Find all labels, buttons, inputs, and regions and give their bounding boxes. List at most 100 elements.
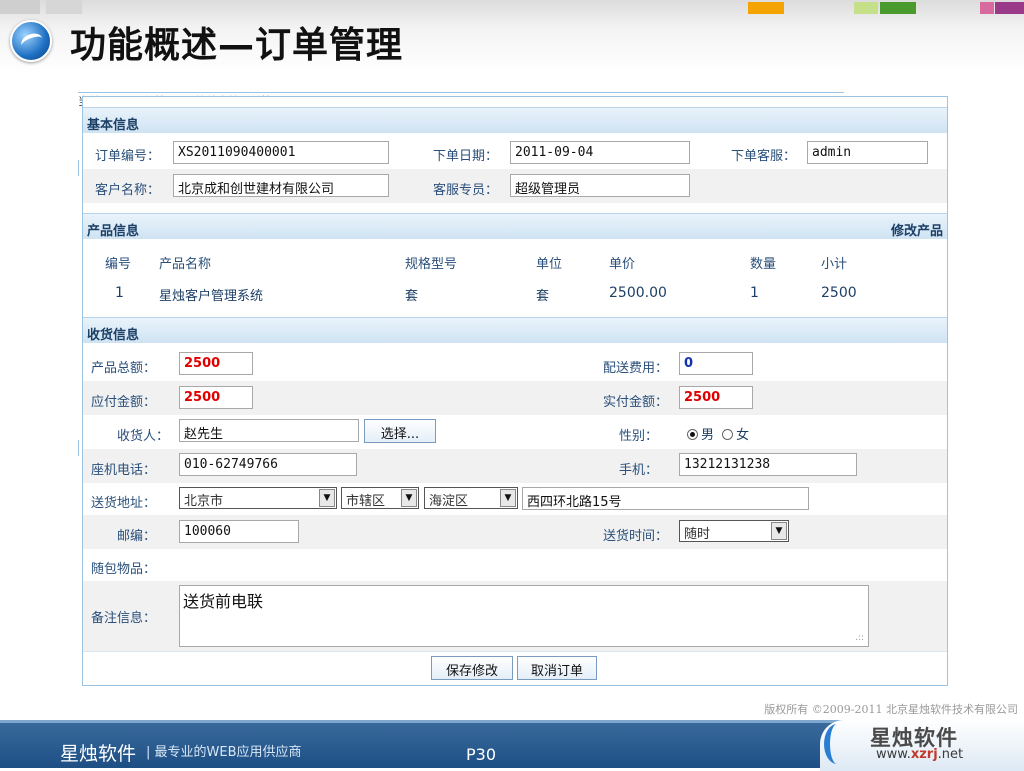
mobile-label: 手机： <box>619 463 659 478</box>
order-staff-field[interactable]: admin <box>807 141 928 164</box>
col-name: 产品名称 <box>159 257 212 272</box>
col-unit: 单位 <box>536 257 563 272</box>
receiver-field[interactable]: 赵先生 <box>179 419 359 442</box>
gender-options: 男 女 <box>687 424 749 443</box>
remarks-textarea[interactable]: 送货前电联 .:: <box>179 585 869 647</box>
product-header-row: 编号 产品名称 规格型号 单位 单价 数量 小计 <box>83 239 947 272</box>
total-label: 产品总额： <box>91 361 157 376</box>
gender-label: 性别： <box>619 429 659 444</box>
delivery-fee-field[interactable]: 0 <box>679 352 753 375</box>
chevron-down-icon: ▼ <box>500 489 516 507</box>
resize-grip-icon[interactable]: .:: <box>855 633 864 643</box>
shipping-row-receiver: 收货人： 赵先生 选择... 性别： 男 女 <box>83 415 947 449</box>
gender-male-radio[interactable] <box>687 429 698 440</box>
payable-label: 应付金额： <box>91 395 157 410</box>
cancel-order-button[interactable]: 取消订单 <box>517 656 597 680</box>
cell-qty: 1 <box>750 285 759 301</box>
paid-label: 实付金额： <box>603 395 669 410</box>
decor-bar <box>880 2 916 14</box>
decor-bar <box>854 2 878 14</box>
page-number: P30 <box>466 745 497 764</box>
shipping-row-total: 产品总额： 2500 配送费用： 0 <box>83 347 947 381</box>
decor-bar <box>980 2 994 14</box>
footer-tagline: | 最专业的WEB应用供应商 <box>146 745 302 760</box>
chevron-down-icon: ▼ <box>771 522 787 540</box>
cell-price: 2500.00 <box>609 285 667 301</box>
shipping-row-address: 送货地址： 北京市 ▼ 市辖区 ▼ 海淀区 ▼ 西四环北路15号 <box>83 483 947 515</box>
table-row: 1 星烛客户管理系统 套 套 2500.00 1 2500 <box>83 277 947 307</box>
accessories-label: 随包物品： <box>91 562 157 577</box>
basic-info-heading: 基本信息 <box>83 107 947 133</box>
zip-label: 邮编： <box>117 529 157 544</box>
header-tab <box>0 0 40 14</box>
swoosh-icon <box>824 724 850 764</box>
customer-label: 客户名称： <box>95 183 161 198</box>
order-date-field[interactable]: 2011-09-04 <box>510 141 690 164</box>
window-edge <box>78 160 81 176</box>
shipping-row-payable: 应付金额： 2500 实付金额： 2500 <box>83 381 947 415</box>
district-type-select[interactable]: 市辖区 ▼ <box>341 487 419 509</box>
chevron-down-icon: ▼ <box>401 489 417 507</box>
cell-unit: 套 <box>536 289 550 304</box>
copyright-text: 版权所有 ©2009-2011 北京星烛软件技术有限公司 <box>764 703 1018 716</box>
paid-field[interactable]: 2500 <box>679 386 753 409</box>
col-no: 编号 <box>105 257 132 272</box>
shipping-row-zip: 邮编： 100060 送货时间： 随时 ▼ <box>83 515 947 549</box>
order-staff-label: 下单客服： <box>731 149 797 164</box>
cell-name: 星烛客户管理系统 <box>159 289 264 304</box>
footer-brand: 星烛软件 <box>60 743 137 765</box>
shipping-row-remarks: 备注信息： 送货前电联 .:: <box>83 581 947 651</box>
phone-label: 座机电话： <box>91 463 157 478</box>
product-info-heading: 产品信息 修改产品 <box>83 213 947 239</box>
decor-bar <box>995 2 1024 14</box>
delivery-time-select[interactable]: 随时 ▼ <box>679 520 789 542</box>
col-price: 单价 <box>609 257 636 272</box>
cell-subtotal: 2500 <box>821 285 857 301</box>
delivery-time-label: 送货时间： <box>603 529 669 544</box>
customer-field[interactable]: 北京成和创世建材有限公司 <box>173 174 389 197</box>
edit-products-link[interactable]: 修改产品 <box>891 220 943 239</box>
total-field[interactable]: 2500 <box>179 352 253 375</box>
slide-title: 功能概述—订单管理 <box>70 25 404 66</box>
shipping-heading: 收货信息 <box>83 317 947 343</box>
order-no-field[interactable]: XS2011090400001 <box>173 141 389 164</box>
actions-row: 保存修改 取消订单 <box>83 651 947 685</box>
basic-row-2: 客户名称： 北京成和创世建材有限公司 客服专员： 超级管理员 <box>83 169 947 203</box>
col-qty: 数量 <box>750 257 777 272</box>
slide-header: 功能概述—订单管理 <box>0 0 1024 74</box>
delivery-fee-label: 配送费用： <box>603 361 669 376</box>
header-tab <box>46 0 82 14</box>
save-button[interactable]: 保存修改 <box>431 656 513 680</box>
logo-url: www.xzrj.net <box>876 747 964 762</box>
phone-field[interactable]: 010-62749766 <box>179 453 357 476</box>
order-edit-panel: 基本信息 订单编号： XS2011090400001 下单日期： 2011-09… <box>82 96 948 686</box>
basic-row-1: 订单编号： XS2011090400001 下单日期： 2011-09-04 下… <box>83 135 947 169</box>
receiver-label: 收货人： <box>117 429 170 444</box>
service-label: 客服专员： <box>433 183 499 198</box>
payable-field[interactable]: 2500 <box>179 386 253 409</box>
company-logo: 星烛软件 www.xzrj.net <box>820 720 1024 771</box>
window-edge <box>78 440 81 456</box>
mobile-field[interactable]: 13212131238 <box>679 453 857 476</box>
col-spec: 规格型号 <box>405 257 458 272</box>
gender-female-radio[interactable] <box>722 429 734 440</box>
slide-footer: 星烛软件 | 最专业的WEB应用供应商 P30 星烛软件 www.xzrj.ne… <box>0 720 1024 771</box>
decor-bar <box>748 2 784 14</box>
zip-field[interactable]: 100060 <box>179 520 299 543</box>
city-select[interactable]: 北京市 ▼ <box>179 487 337 509</box>
remarks-label: 备注信息： <box>91 611 157 626</box>
district-select[interactable]: 海淀区 ▼ <box>424 487 518 509</box>
choose-receiver-button[interactable]: 选择... <box>364 419 436 443</box>
order-no-label: 订单编号： <box>95 149 161 164</box>
cell-no: 1 <box>115 285 124 301</box>
shipping-row-phone: 座机电话： 010-62749766 手机： 13212131238 <box>83 449 947 483</box>
chevron-down-icon: ▼ <box>319 489 335 507</box>
globe-icon <box>10 20 52 62</box>
address-label: 送货地址： <box>91 496 157 511</box>
street-field[interactable]: 西四环北路15号 <box>522 487 809 510</box>
cell-spec: 套 <box>405 289 419 304</box>
order-date-label: 下单日期： <box>433 149 499 164</box>
shipping-row-accessories: 随包物品： <box>83 549 947 581</box>
col-subtotal: 小计 <box>821 257 848 272</box>
service-field[interactable]: 超级管理员 <box>510 174 690 197</box>
